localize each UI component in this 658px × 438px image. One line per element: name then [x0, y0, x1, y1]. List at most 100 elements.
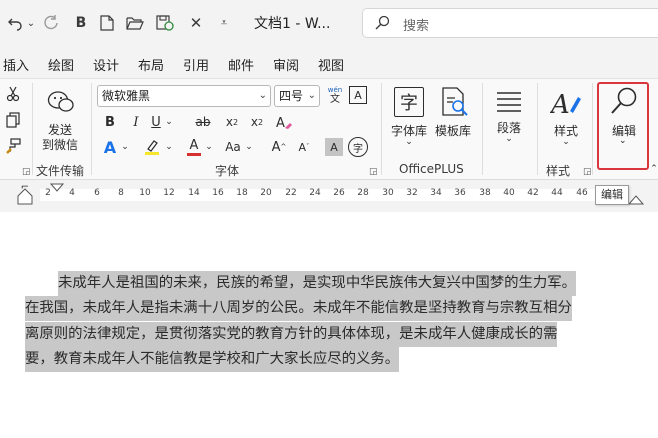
new-document-icon[interactable]	[97, 12, 117, 34]
customize-toolbar-icon[interactable]: ⩡	[214, 12, 234, 34]
format-painter-icon[interactable]	[4, 137, 22, 155]
ruler-number: 30	[382, 188, 394, 198]
font-launcher-icon[interactable]: ◲	[369, 167, 378, 177]
ruler-number: 24	[309, 188, 321, 198]
strikethrough-button[interactable]: ab	[193, 113, 213, 131]
left-indent-marker[interactable]	[17, 181, 33, 211]
cut-icon[interactable]	[4, 85, 22, 103]
font-name-value: 微软雅黑	[102, 89, 151, 103]
styles-group-label: 样式	[546, 164, 571, 178]
shrink-font-icon[interactable]: Aˇ	[295, 137, 313, 157]
open-folder-icon[interactable]	[124, 12, 146, 34]
ruler-number: 28	[357, 188, 369, 198]
title-bar: ⌄ B ✕ ⩡ 文档1 - W... 搜索	[0, 0, 658, 46]
first-line-indent-marker[interactable]	[50, 183, 64, 193]
clipboard-launcher-icon[interactable]: ◲	[22, 167, 31, 177]
copy-icon[interactable]	[4, 111, 22, 129]
document-line[interactable]: 在我国，未成年人是指未满十八周岁的公民。未成年不能信教是坚持教育与宗教互相分	[25, 296, 572, 321]
ruler-number: 46	[576, 188, 588, 198]
ruler-number: 8	[118, 188, 124, 198]
chevron-down-icon: ⌄	[307, 90, 316, 101]
redo-icon[interactable]	[40, 12, 62, 34]
paragraph-icon[interactable]	[494, 89, 524, 117]
font-library-icon[interactable]: 字	[394, 87, 424, 117]
separator	[592, 83, 593, 175]
ruler-number: 16	[212, 188, 224, 198]
grow-font-icon[interactable]: A ^	[270, 137, 288, 157]
magnifier-icon	[611, 87, 637, 114]
underline-button[interactable]: U	[148, 113, 164, 131]
document-line[interactable]: 未成年人是祖国的未来，民族的希望，是实现中华民族伟大复兴中国梦的生力军。	[58, 271, 577, 296]
ruler-number: 40	[503, 188, 515, 198]
ruler-number: 14	[188, 188, 200, 198]
save-sync-icon[interactable]	[154, 12, 176, 34]
tab-view[interactable]: 视图	[318, 55, 344, 74]
ruler-number: 4	[69, 188, 75, 198]
send-to-wechat-button-line2[interactable]: 到微信	[42, 136, 78, 153]
document-line[interactable]: 离原则的法律规定，是贯彻落实党的教育方针的具体体现，是未成年人健康成长的需	[25, 322, 558, 347]
ruler-number: 10	[139, 188, 151, 198]
separator	[537, 83, 538, 175]
tab-layout[interactable]: 布局	[138, 55, 164, 74]
template-library-button[interactable]: 模板库	[435, 122, 471, 139]
font-size-combo[interactable]: 四号 ⌄	[274, 85, 320, 107]
editing-button[interactable]: 编辑 ⌄	[597, 82, 649, 170]
clear-formatting-icon[interactable]: A	[274, 113, 294, 131]
font-name-combo[interactable]: 微软雅黑 ⌄	[97, 85, 271, 107]
ruler-number: 26	[333, 188, 345, 198]
template-library-icon[interactable]	[440, 87, 470, 117]
document-line[interactable]: 要，教育未成年人不能信教是学校和广大家长应尽的义务。	[25, 347, 400, 372]
close-icon[interactable]: ✕	[186, 12, 206, 34]
tab-draw[interactable]: 绘图	[48, 55, 74, 74]
ruler-number: 22	[285, 188, 297, 198]
bold-icon[interactable]: B	[71, 12, 91, 34]
chevron-down-icon[interactable]: ⌄	[164, 113, 174, 131]
phonetic-guide-icon[interactable]: wén 文	[324, 84, 346, 106]
tab-insert[interactable]: 插入	[3, 55, 29, 74]
undo-icon[interactable]	[4, 12, 26, 34]
document-body[interactable]: 未成年人是祖国的未来，民族的希望，是实现中华民族伟大复兴中国梦的生力军。 在我国…	[0, 212, 658, 438]
chevron-down-icon[interactable]: ⌄	[164, 137, 174, 157]
ruler-number: 2	[45, 188, 51, 198]
right-indent-marker[interactable]	[628, 192, 644, 206]
svg-text:A: A	[550, 90, 570, 119]
tab-review[interactable]: 审阅	[273, 55, 299, 74]
wechat-icon	[47, 89, 75, 115]
ruler-number: 32	[406, 188, 418, 198]
enclose-characters-icon[interactable]: 字	[348, 137, 368, 157]
ruler-number: 42	[527, 188, 539, 198]
tab-design[interactable]: 设计	[93, 55, 119, 74]
bold-button[interactable]: B	[102, 113, 118, 131]
chevron-down-icon[interactable]: ⌄	[244, 137, 254, 157]
chevron-down-icon: ⌄	[258, 90, 267, 101]
highlight-color-icon[interactable]	[142, 137, 162, 157]
chevron-down-icon: ⌄	[505, 134, 513, 144]
chevron-down-icon[interactable]: ⌄	[120, 137, 130, 157]
change-case-icon[interactable]: Aa	[222, 137, 244, 157]
svg-text:A: A	[276, 116, 285, 130]
chevron-down-icon[interactable]: ⌄	[204, 137, 214, 157]
italic-button[interactable]: I	[128, 113, 144, 131]
character-border-icon[interactable]: A	[349, 86, 367, 104]
tab-mailings[interactable]: 邮件	[228, 55, 254, 74]
collapse-ribbon-icon[interactable]: ⌃	[650, 163, 658, 175]
ruler-number: 36	[454, 188, 466, 198]
undo-dropdown-icon[interactable]: ⌄	[25, 12, 37, 34]
horizontal-ruler: ⌐ 2 4 6 8 10 12 14 16 18 20 22 24 26 28 …	[0, 180, 658, 212]
separator	[482, 83, 483, 175]
subscript-button[interactable]: x2	[223, 113, 241, 131]
superscript-button[interactable]: x2	[248, 113, 266, 131]
tab-references[interactable]: 引用	[183, 55, 209, 74]
ruler-number: 38	[479, 188, 491, 198]
chevron-down-icon: ⌄	[562, 137, 570, 147]
styles-icon[interactable]: A	[550, 87, 582, 119]
font-color-icon[interactable]: A	[184, 137, 204, 157]
ribbon: ◲ 发送 到微信 文件传输 微软雅黑 ⌄ 四号 ⌄ wén 文 A B I U ⌄ …	[0, 78, 658, 180]
styles-launcher-icon[interactable]: ◲	[583, 167, 592, 177]
chevron-down-icon: ⌄	[405, 137, 413, 147]
ruler-number: 6	[94, 188, 100, 198]
search-input[interactable]: 搜索	[362, 8, 658, 38]
character-shading-icon[interactable]: A	[325, 138, 343, 156]
text-effects-icon[interactable]: A	[100, 137, 120, 157]
separator	[32, 83, 33, 175]
